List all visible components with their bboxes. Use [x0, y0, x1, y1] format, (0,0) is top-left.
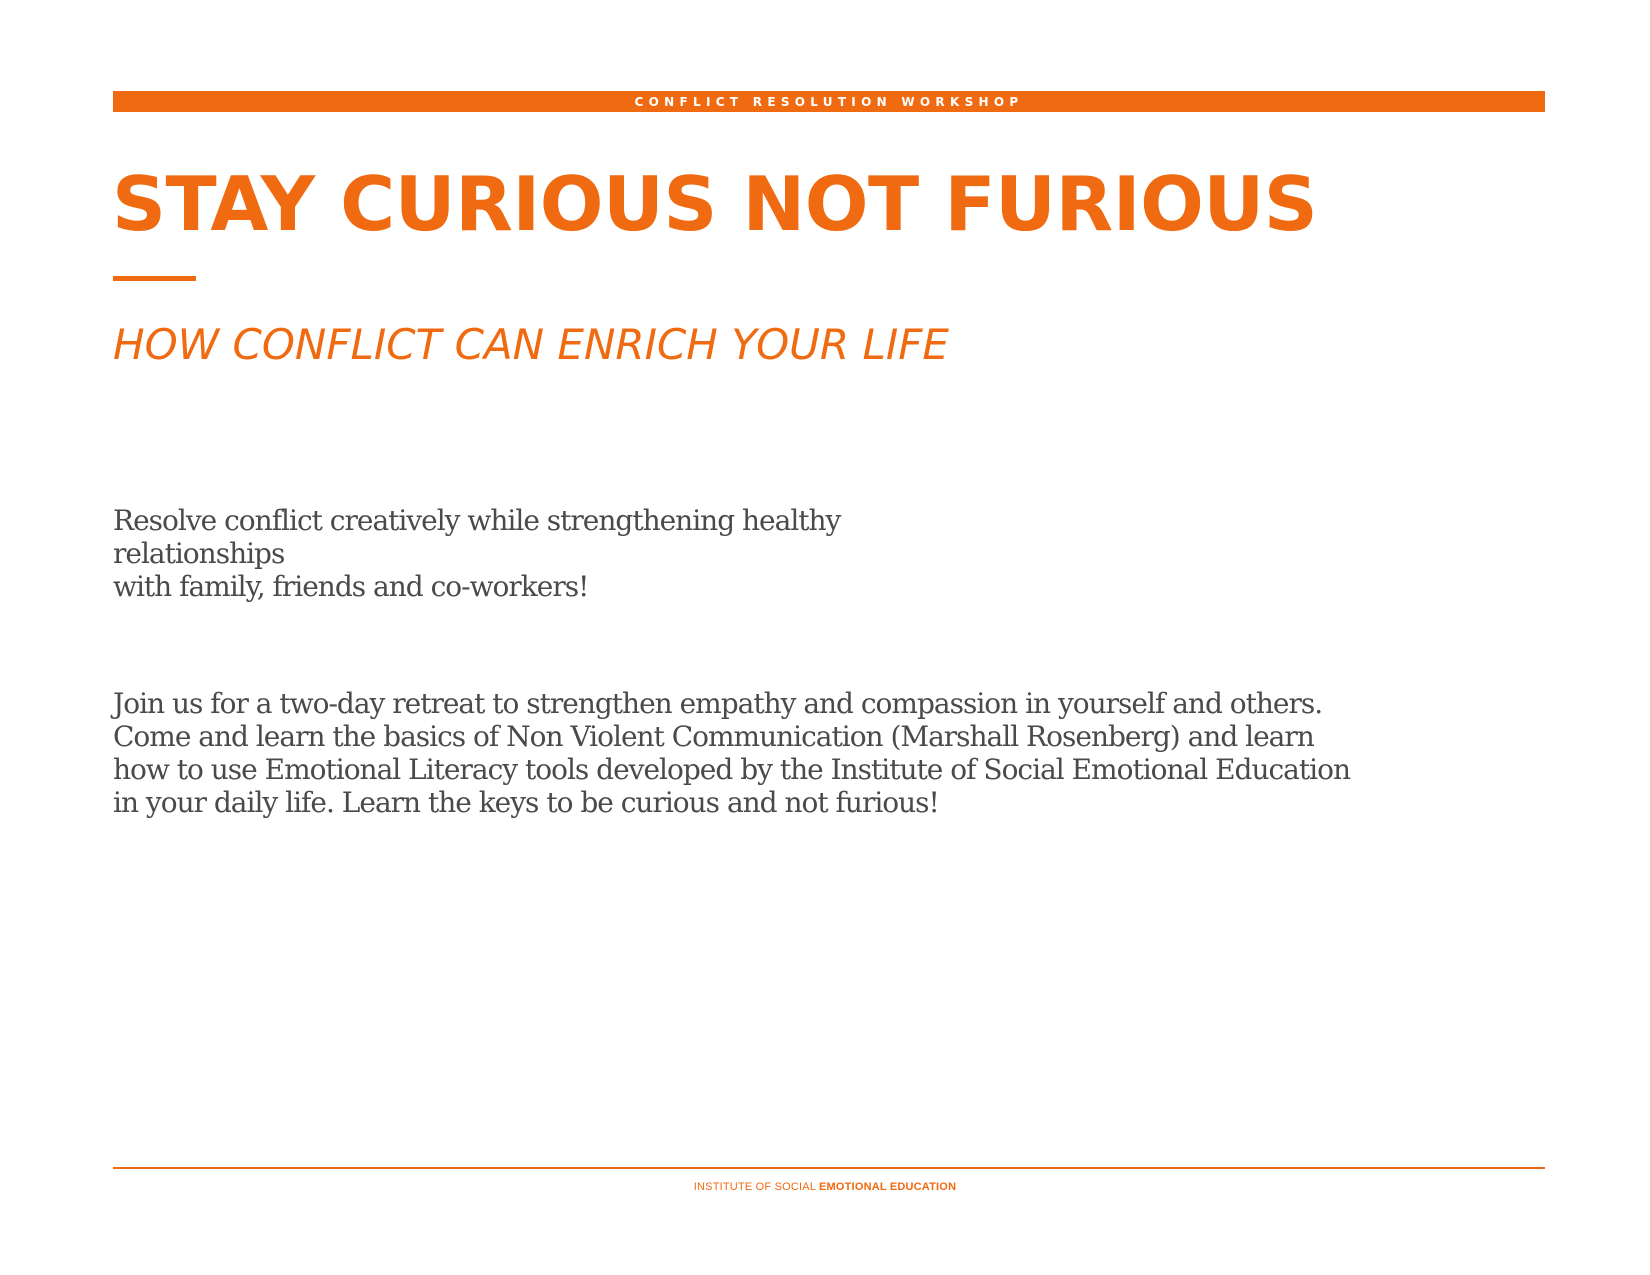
footer-org-name: INSTITUTE OF SOCIAL EMOTIONAL EDUCATION: [0, 1180, 1650, 1194]
banner-text: CONFLICT RESOLUTION WORKSHOP: [634, 94, 1024, 109]
description-paragraph: Join us for a two-day retreat to strengt…: [113, 687, 1403, 819]
title-divider: [113, 276, 196, 281]
footer-org-emphasis: EMOTIONAL EDUCATION: [818, 1181, 957, 1193]
tagline-line: with family, friends and co-workers!: [113, 570, 589, 603]
description-line: in your daily life. Learn the keys to be…: [113, 786, 940, 819]
page-title: STAY CURIOUS NOT FURIOUS: [112, 160, 1318, 248]
page-subtitle: HOW CONFLICT CAN ENRICH YOUR LIFE: [113, 320, 949, 369]
tagline-line: Resolve conflict creatively while streng…: [113, 504, 841, 570]
top-banner: CONFLICT RESOLUTION WORKSHOP: [113, 91, 1545, 112]
description-line: Join us for a two-day retreat to strengt…: [113, 687, 1323, 720]
tagline-paragraph: Resolve conflict creatively while streng…: [113, 504, 1013, 603]
footer-divider: [113, 1167, 1545, 1169]
footer-org-prefix: INSTITUTE OF SOCIAL: [693, 1181, 819, 1193]
description-line: how to use Emotional Literacy tools deve…: [113, 753, 1351, 786]
description-line: Come and learn the basics of Non Violent…: [113, 720, 1315, 753]
